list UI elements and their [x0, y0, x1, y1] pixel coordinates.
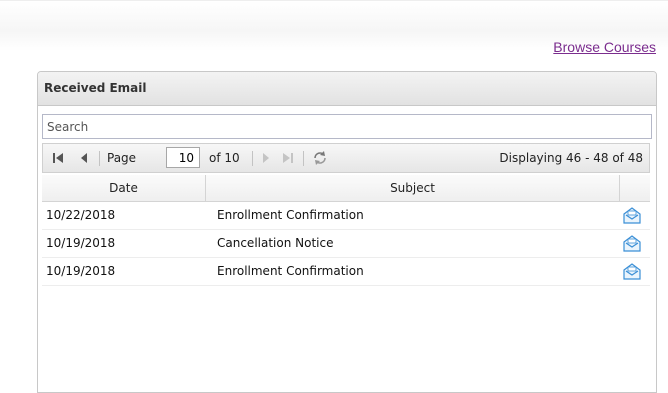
received-email-panel: Received Email Page of 10	[37, 71, 657, 393]
envelope-icon[interactable]	[623, 207, 641, 224]
table-row[interactable]: 10/19/2018 Enrollment Confirmation	[42, 258, 650, 286]
toolbar-separator	[99, 151, 100, 166]
email-subject: Enrollment Confirmation	[217, 264, 364, 278]
page-count: of 10	[209, 151, 240, 165]
email-date: 10/19/2018	[46, 236, 116, 250]
column-header-date[interactable]: Date	[42, 175, 206, 201]
email-subject: Cancellation Notice	[217, 236, 334, 250]
search-row	[38, 106, 656, 139]
page-label: Page	[107, 151, 137, 165]
first-page-icon[interactable]	[49, 144, 67, 172]
table-row[interactable]: 10/22/2018 Enrollment Confirmation	[42, 202, 650, 230]
email-date: 10/22/2018	[46, 208, 116, 222]
search-input[interactable]	[42, 114, 652, 139]
panel-title: Received Email	[38, 72, 656, 106]
column-header-action	[620, 175, 650, 201]
table-row[interactable]: 10/19/2018 Cancellation Notice	[42, 230, 650, 258]
browse-courses-link[interactable]: Browse Courses	[553, 39, 656, 55]
email-date: 10/19/2018	[46, 264, 116, 278]
envelope-icon[interactable]	[623, 263, 641, 280]
email-list: 10/22/2018 Enrollment Confirmation 10/19…	[42, 202, 650, 286]
prev-page-icon[interactable]	[75, 144, 93, 172]
display-status: Displaying 46 - 48 of 48	[499, 151, 643, 165]
toolbar-separator	[303, 151, 304, 166]
pagination-toolbar: Page of 10 Displaying 46 - 48 of 48	[42, 143, 650, 173]
grid-header: Date Subject	[42, 175, 650, 202]
email-subject: Enrollment Confirmation	[217, 208, 364, 222]
envelope-icon[interactable]	[623, 235, 641, 252]
last-page-icon[interactable]	[279, 144, 297, 172]
column-header-subject[interactable]: Subject	[206, 175, 620, 201]
refresh-icon[interactable]	[311, 144, 329, 172]
page-number-input[interactable]	[166, 147, 200, 168]
toolbar-separator	[252, 151, 253, 166]
next-page-icon[interactable]	[257, 144, 275, 172]
